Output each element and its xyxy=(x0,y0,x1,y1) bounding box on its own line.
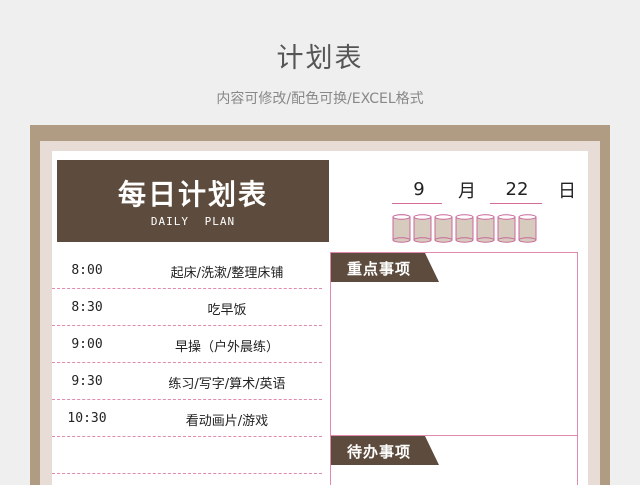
plan-title: 每日计划表 xyxy=(117,178,268,211)
schedule-row[interactable] xyxy=(52,437,322,474)
paper-cup-icon xyxy=(413,214,432,243)
day-underline xyxy=(490,203,542,204)
page-title: 计划表 xyxy=(276,43,364,74)
month-underline xyxy=(392,203,442,204)
paper-cup-icon xyxy=(518,214,537,243)
schedule-row[interactable]: 8:00 起床/洗漱/整理床铺 xyxy=(52,252,322,289)
day-value[interactable]: 22 xyxy=(492,179,542,200)
schedule-activity: 早操（户外晨练） xyxy=(174,340,279,355)
paper-cup-icon xyxy=(476,214,495,243)
month-unit: 月 xyxy=(458,181,476,202)
schedule-time: 9:00 xyxy=(71,337,103,352)
paper-cup-icon xyxy=(434,214,453,243)
month-value[interactable]: 9 xyxy=(394,179,444,200)
schedule-time: 8:00 xyxy=(71,263,103,278)
paper-cup-icon xyxy=(392,214,411,243)
schedule-list: 8:00 起床/洗漱/整理床铺 8:30 吃早饭 9:00 早操（户外晨练） 9… xyxy=(52,252,322,474)
schedule-activity: 吃早饭 xyxy=(207,303,247,318)
priority-panel[interactable]: 重点事项 xyxy=(330,252,578,435)
schedule-row[interactable]: 9:30 练习/写字/算术/英语 xyxy=(52,363,322,400)
paper-cup-icon xyxy=(497,214,516,243)
header-box: 每日计划表 DAILY PLAN xyxy=(57,160,329,242)
schedule-activity: 练习/写字/算术/英语 xyxy=(168,377,286,392)
priority-tag: 重点事项 xyxy=(331,253,439,282)
schedule-row[interactable]: 8:30 吃早饭 xyxy=(52,289,322,326)
priority-label: 重点事项 xyxy=(347,260,412,278)
plan-sheet: 每日计划表 DAILY PLAN 9 月 22 日 8:00 起床/洗漱/整理床… xyxy=(52,151,588,485)
day-unit: 日 xyxy=(558,181,576,202)
paper-cup-icon xyxy=(455,214,474,243)
schedule-activity: 看动画片/游戏 xyxy=(185,414,269,429)
todo-tag: 待办事项 xyxy=(331,436,439,465)
date-row: 9 月 22 日 xyxy=(378,173,588,213)
plan-subtitle: DAILY PLAN xyxy=(150,215,236,228)
todo-panel[interactable]: 待办事项 xyxy=(330,435,578,485)
schedule-time: 10:30 xyxy=(67,411,107,426)
page-subtitle: 内容可修改/配色可换/EXCEL格式 xyxy=(216,91,424,107)
schedule-time: 8:30 xyxy=(71,300,103,315)
preview-frame: 每日计划表 DAILY PLAN 9 月 22 日 8:00 起床/洗漱/整理床… xyxy=(30,125,610,485)
preview-frame-inner: 每日计划表 DAILY PLAN 9 月 22 日 8:00 起床/洗漱/整理床… xyxy=(40,141,600,485)
schedule-row[interactable]: 9:00 早操（户外晨练） xyxy=(52,326,322,363)
todo-label: 待办事项 xyxy=(347,443,412,461)
schedule-row[interactable]: 10:30 看动画片/游戏 xyxy=(52,400,322,437)
schedule-time: 9:30 xyxy=(71,374,103,389)
schedule-activity: 起床/洗漱/整理床铺 xyxy=(170,266,284,281)
